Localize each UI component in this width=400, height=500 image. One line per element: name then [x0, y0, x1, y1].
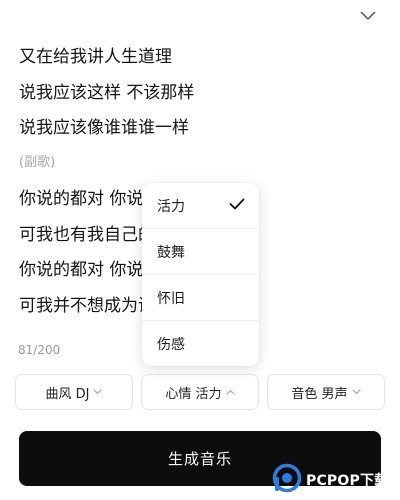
- char-counter: 81/200: [18, 343, 61, 357]
- collapse-chevron-button[interactable]: [356, 4, 380, 26]
- chevron-down-icon: [351, 389, 361, 395]
- mood-option-label: 伤感: [157, 337, 185, 353]
- mood-option-label: 怀旧: [157, 290, 185, 307]
- voice-select[interactable]: 音色 男声: [267, 374, 385, 410]
- mood-dropdown-menu: 活力 鼓舞 怀旧 伤感: [142, 183, 259, 366]
- watermark-text: PCPOP下载: [306, 472, 389, 489]
- checkmark-icon: [229, 198, 245, 214]
- mood-option-label: 鼓舞: [157, 244, 185, 261]
- mood-select-label: 心情 活力: [165, 386, 222, 402]
- voice-select-label: 音色 男声: [291, 386, 348, 402]
- watermark: PCPOP下载: [272, 459, 400, 500]
- style-select-label: 曲风 DJ: [45, 386, 90, 402]
- pcpop-logo-icon: [272, 463, 302, 497]
- mood-option-huoli[interactable]: 活力: [142, 183, 259, 229]
- lyric-line: 说我应该这样 不该那样: [19, 82, 195, 103]
- chevron-down-icon: [93, 389, 103, 395]
- lyric-line: 说我应该像谁谁谁一样: [19, 118, 189, 138]
- mood-option-label: 活力: [157, 198, 185, 215]
- chevron-down-icon: [360, 6, 376, 25]
- style-select[interactable]: 曲风 DJ: [15, 374, 133, 410]
- music-options-row: 曲风 DJ 心情 活力 音色 男声: [15, 374, 385, 412]
- mood-option-huaijiu[interactable]: 怀旧: [142, 275, 259, 321]
- lyric-line: 又在给我讲人生道理: [19, 47, 172, 67]
- chevron-up-icon: [225, 389, 235, 395]
- mood-select[interactable]: 心情 活力: [141, 374, 259, 410]
- mood-option-guwu[interactable]: 鼓舞: [142, 229, 259, 275]
- mood-option-shanggan[interactable]: 伤感: [142, 321, 259, 367]
- lyric-section-tag: (副歌): [19, 154, 56, 170]
